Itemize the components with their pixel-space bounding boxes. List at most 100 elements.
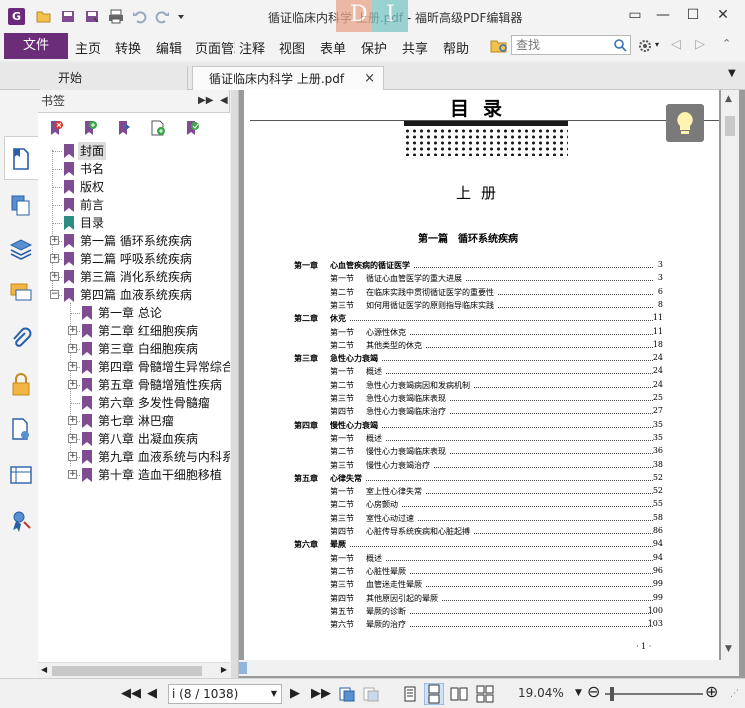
- previous-view-icon[interactable]: [338, 685, 356, 703]
- document-hscroll-thumb[interactable]: [239, 662, 247, 674]
- menu-form[interactable]: 表单: [320, 38, 346, 57]
- security-lock-icon[interactable]: [8, 372, 34, 398]
- menu-home[interactable]: 主页: [75, 38, 101, 57]
- menu-comment[interactable]: 注释: [239, 38, 265, 57]
- find-bookmark-icon[interactable]: [184, 120, 200, 136]
- expand-toggle-icon[interactable]: +: [68, 326, 77, 335]
- bookmark-item[interactable]: + 第五章 骨髓增殖性疾病: [68, 376, 230, 394]
- nav-forward-icon[interactable]: ▷: [695, 37, 705, 52]
- bookmark-item[interactable]: + 第三章 白细胞疾病: [68, 340, 230, 358]
- toc-section-row[interactable]: 第二节 心脏性晕厥 96: [244, 566, 719, 579]
- document-horizontal-scrollbar[interactable]: [239, 660, 739, 676]
- comments-icon[interactable]: [8, 280, 34, 306]
- scroll-right-icon[interactable]: ▶: [221, 665, 227, 674]
- panel-options-icon[interactable]: ▶▶: [198, 90, 213, 112]
- bookmark-item[interactable]: 目录: [52, 214, 230, 232]
- content-panel-icon[interactable]: [8, 462, 34, 488]
- bookmark-item[interactable]: + 第九章 血液系统与内科系: [68, 448, 230, 466]
- redo-icon[interactable]: [154, 9, 170, 24]
- expand-toggle-icon[interactable]: +: [50, 254, 59, 263]
- menu-protect[interactable]: 保护: [361, 38, 387, 57]
- toc-section-row[interactable]: 第一节 室上性心律失常 52: [244, 486, 719, 499]
- nav-back-icon[interactable]: ◁: [671, 37, 681, 52]
- expand-toggle-icon[interactable]: +: [68, 452, 77, 461]
- pdf-page[interactable]: 目录 上册 第一篇 循环系统疾病 第一章 心血管疾病的循证医学 3 第一节 循证心血管医…: [244, 90, 719, 660]
- toc-section-row[interactable]: 第二节 心房颤动 55: [244, 499, 719, 512]
- bookmark-scroll-thumb[interactable]: [52, 666, 202, 676]
- attachments-icon[interactable]: [8, 326, 34, 352]
- settings-gear-icon[interactable]: [637, 38, 653, 54]
- zoom-in-icon[interactable]: ⊕: [705, 682, 718, 701]
- expand-toggle-icon[interactable]: +: [68, 380, 77, 389]
- maximize-button[interactable]: ☐: [682, 5, 704, 25]
- page-thumbnails-icon[interactable]: [8, 192, 34, 218]
- save-as-icon[interactable]: [84, 9, 100, 24]
- toc-section-row[interactable]: 第六节 晕厥的治疗 103: [244, 619, 719, 632]
- expand-bookmark-icon[interactable]: [116, 120, 132, 136]
- bookmark-panel-icon[interactable]: [8, 146, 34, 172]
- bookmark-item[interactable]: + 第十章 造血干细胞移植: [68, 466, 230, 484]
- expand-toggle-icon[interactable]: +: [50, 272, 59, 281]
- previous-page-icon[interactable]: ◀: [147, 686, 157, 701]
- tab-document[interactable]: 循证临床内科学 上册.pdf ×: [192, 66, 384, 90]
- bookmark-item[interactable]: + 第二章 红细胞疾病: [68, 322, 230, 340]
- toc-section-row[interactable]: 第二节 其他类型的休克 18: [244, 340, 719, 353]
- customize-dropdown-icon[interactable]: [176, 9, 186, 24]
- bookmark-item[interactable]: + 第二篇 呼吸系统疾病: [50, 250, 230, 268]
- facing-view-icon[interactable]: [450, 685, 468, 703]
- collapse-toggle-icon[interactable]: −: [50, 290, 59, 299]
- menu-edit[interactable]: 编辑: [156, 38, 182, 57]
- scroll-up-icon[interactable]: ▲: [725, 94, 732, 104]
- toc-section-row[interactable]: 第四节 心脏传导系统疾病和心脏起搏 86: [244, 526, 719, 539]
- expand-toggle-icon[interactable]: +: [68, 470, 77, 479]
- resize-grip-icon[interactable]: ⋰: [730, 689, 739, 699]
- toc-section-row[interactable]: 第五节 晕厥的诊断 100: [244, 606, 719, 619]
- tab-start[interactable]: 开始: [40, 66, 188, 90]
- expand-toggle-icon[interactable]: +: [68, 416, 77, 425]
- new-bookmark-page-icon[interactable]: [150, 120, 166, 136]
- toc-section-row[interactable]: 第二节 在临床实践中贯彻循证医学的重要性 6: [244, 287, 719, 300]
- tab-list-dropdown-icon[interactable]: ▼: [728, 68, 736, 79]
- bookmark-item[interactable]: + 第八章 出凝血疾病: [68, 430, 230, 448]
- next-view-icon[interactable]: [362, 685, 380, 703]
- toc-chapter-row[interactable]: 第四章 慢性心力衰竭 35: [244, 420, 719, 433]
- search-icon[interactable]: [613, 38, 627, 52]
- toc-chapter-row[interactable]: 第六章 晕厥 94: [244, 539, 719, 552]
- toc-section-row[interactable]: 第三节 血管迷走性晕厥 99: [244, 579, 719, 592]
- toc-chapter-row[interactable]: 第三章 急性心力衰竭 24: [244, 353, 719, 366]
- find-folder-icon[interactable]: [490, 38, 508, 54]
- toc-section-row[interactable]: 第三节 室性心动过速 58: [244, 513, 719, 526]
- toc-section-row[interactable]: 第三节 急性心力衰竭临床表现 25: [244, 393, 719, 406]
- expand-toggle-icon[interactable]: +: [68, 434, 77, 443]
- panel-collapse-icon[interactable]: ◀: [220, 90, 228, 112]
- close-button[interactable]: ✕: [712, 5, 734, 25]
- document-scroll-thumb[interactable]: [725, 116, 735, 136]
- menu-page-manage[interactable]: 页面管理: [195, 38, 235, 57]
- bookmark-item[interactable]: 前言: [52, 196, 230, 214]
- toc-chapter-row[interactable]: 第五章 心律失常 52: [244, 473, 719, 486]
- menu-convert[interactable]: 转换: [115, 38, 141, 57]
- layers-icon[interactable]: [8, 236, 34, 262]
- toc-section-row[interactable]: 第四节 急性心力衰竭临床治疗 27: [244, 406, 719, 419]
- search-field[interactable]: [511, 35, 631, 55]
- save-icon[interactable]: [60, 9, 76, 24]
- single-page-view-icon[interactable]: [402, 685, 418, 703]
- undo-icon[interactable]: [132, 9, 148, 24]
- zoom-level[interactable]: 19.04%: [518, 686, 564, 700]
- toc-section-row[interactable]: 第二节 急性心力衰竭病因和发病机制 24: [244, 380, 719, 393]
- expand-toggle-icon[interactable]: +: [50, 236, 59, 245]
- bookmark-item[interactable]: + 第三篇 消化系统疾病: [50, 268, 230, 286]
- search-input[interactable]: [512, 36, 608, 54]
- bookmark-item[interactable]: 封面: [52, 142, 230, 160]
- ribbon-collapse-icon[interactable]: ⌃: [722, 37, 731, 50]
- toc-section-row[interactable]: 第一节 循证心血管医学的重大进展 3: [244, 273, 719, 286]
- print-icon[interactable]: [108, 9, 124, 24]
- expand-toggle-icon[interactable]: +: [68, 344, 77, 353]
- scroll-left-icon[interactable]: ◀: [41, 665, 47, 674]
- bookmark-item[interactable]: 第六章 多发性骨髓瘤: [70, 394, 230, 412]
- toc-section-row[interactable]: 第一节 概述 94: [244, 553, 719, 566]
- toc-chapter-row[interactable]: 第一章 心血管疾病的循证医学 3: [244, 260, 719, 273]
- toc-chapter-row[interactable]: 第二章 休克 11: [244, 313, 719, 326]
- bookmark-item[interactable]: − 第四篇 血液系统疾病: [50, 286, 230, 304]
- restore-ribbon-icon[interactable]: ▭: [624, 5, 646, 25]
